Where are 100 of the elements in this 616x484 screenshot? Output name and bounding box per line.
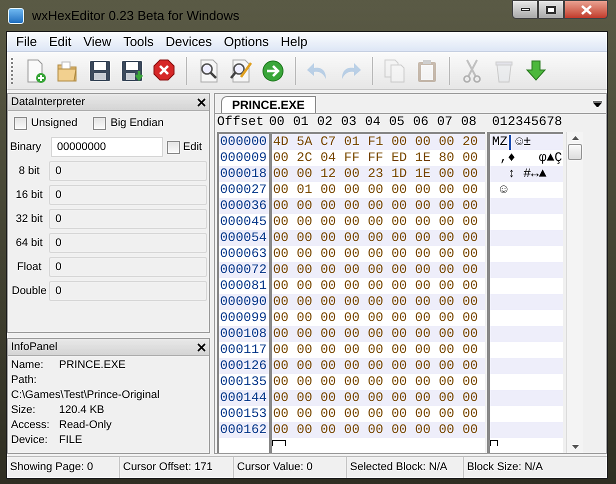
hex-byte[interactable]: 00 — [414, 230, 438, 246]
hex-byte[interactable]: 00 — [343, 374, 367, 390]
hex-byte[interactable]: 00 — [319, 326, 344, 342]
close-button[interactable] — [564, 0, 608, 19]
hex-byte[interactable]: 00 — [272, 246, 296, 262]
hex-byte[interactable]: 00 — [343, 422, 367, 438]
hex-byte[interactable]: 00 — [366, 406, 390, 422]
scroll-up-arrow-icon[interactable] — [572, 136, 578, 140]
menu-item[interactable]: File — [10, 32, 43, 52]
hex-byte[interactable]: 00 — [343, 310, 367, 326]
hex-byte[interactable]: 00 — [414, 294, 438, 310]
hex-byte[interactable]: 12 — [319, 166, 344, 182]
hex-byte[interactable]: 20 — [461, 134, 486, 150]
hex-byte[interactable]: 00 — [296, 358, 320, 374]
hex-byte[interactable]: 00 — [414, 406, 438, 422]
hex-byte[interactable]: 00 — [414, 278, 438, 294]
hex-byte[interactable]: 00 — [296, 326, 320, 342]
hex-byte[interactable]: 00 — [319, 390, 344, 406]
hex-byte[interactable]: 5A — [296, 134, 320, 150]
hex-byte[interactable]: 00 — [319, 358, 344, 374]
hex-byte[interactable]: 00 — [343, 262, 367, 278]
hex-byte[interactable]: 00 — [461, 262, 486, 278]
menu-item[interactable]: Devices — [160, 32, 218, 52]
hex-byte[interactable]: 23 — [366, 166, 390, 182]
menu-item[interactable]: Edit — [42, 32, 78, 52]
hex-byte[interactable]: 00 — [461, 422, 486, 438]
hex-byte[interactable]: 00 — [461, 374, 486, 390]
hex-byte[interactable]: 01 — [343, 134, 367, 150]
hex-byte[interactable]: 00 — [414, 246, 438, 262]
hex-byte[interactable]: 00 — [272, 342, 296, 358]
hex-byte[interactable]: 00 — [296, 246, 320, 262]
scrollbar-thumb[interactable] — [568, 144, 582, 160]
hex-byte[interactable]: 00 — [319, 374, 344, 390]
hex-byte[interactable]: 00 — [390, 230, 414, 246]
hex-byte[interactable]: 00 — [272, 406, 296, 422]
hex-byte[interactable]: 00 — [390, 262, 414, 278]
hex-byte[interactable]: 00 — [438, 278, 462, 294]
hex-byte[interactable]: 00 — [461, 214, 486, 230]
close-icon[interactable] — [197, 98, 206, 106]
hex-byte[interactable]: 00 — [390, 214, 414, 230]
hex-byte[interactable]: 00 — [414, 134, 438, 150]
hex-byte[interactable]: 00 — [319, 406, 344, 422]
hex-byte[interactable]: FF — [366, 150, 390, 166]
hex-byte[interactable]: 00 — [366, 198, 390, 214]
dropdown-arrow-icon[interactable] — [593, 101, 602, 107]
hex-byte[interactable]: 00 — [461, 182, 486, 198]
hex-byte[interactable]: 00 — [390, 390, 414, 406]
menu-item[interactable]: Options — [218, 32, 275, 52]
hex-byte[interactable]: 00 — [366, 214, 390, 230]
hex-byte[interactable]: 00 — [319, 422, 344, 438]
hex-byte[interactable]: 2C — [296, 150, 320, 166]
hex-byte[interactable]: 00 — [343, 294, 367, 310]
hex-byte[interactable]: 00 — [390, 422, 414, 438]
hex-byte[interactable]: 00 — [438, 294, 462, 310]
file-tab[interactable]: PRINCE.EXE — [221, 96, 316, 113]
hex-byte[interactable]: 00 — [390, 198, 414, 214]
hex-byte[interactable]: 00 — [438, 246, 462, 262]
hex-byte[interactable]: 01 — [296, 182, 320, 198]
hex-byte[interactable]: 00 — [366, 422, 390, 438]
hex-byte[interactable]: 00 — [390, 342, 414, 358]
hex-byte[interactable]: 00 — [461, 198, 486, 214]
hex-byte[interactable]: 00 — [343, 358, 367, 374]
hex-byte[interactable]: 00 — [366, 342, 390, 358]
hex-byte[interactable]: 00 — [319, 310, 344, 326]
hex-byte[interactable]: 1E — [414, 166, 438, 182]
hex-byte[interactable]: 00 — [366, 310, 390, 326]
hex-byte[interactable]: 00 — [296, 198, 320, 214]
hex-byte[interactable]: 00 — [390, 374, 414, 390]
hex-byte[interactable]: 00 — [366, 390, 390, 406]
hex-byte[interactable]: 00 — [461, 246, 486, 262]
hex-byte[interactable]: 00 — [343, 246, 367, 262]
hex-byte[interactable]: 00 — [390, 406, 414, 422]
hex-byte[interactable]: 00 — [296, 262, 320, 278]
hex-byte[interactable]: 00 — [438, 134, 462, 150]
maximize-button[interactable] — [538, 0, 564, 19]
hex-byte[interactable]: 00 — [390, 358, 414, 374]
hex-byte[interactable]: 00 — [343, 230, 367, 246]
hex-byte[interactable]: 00 — [319, 294, 344, 310]
hex-byte[interactable]: 00 — [343, 166, 367, 182]
close-icon[interactable] — [197, 342, 206, 352]
hex-byte[interactable]: 00 — [390, 310, 414, 326]
hex-byte[interactable]: FF — [343, 150, 367, 166]
hex-byte[interactable]: 00 — [461, 358, 486, 374]
minimize-button[interactable] — [512, 0, 538, 19]
hex-byte[interactable]: 00 — [414, 310, 438, 326]
hex-byte[interactable]: F1 — [366, 134, 390, 150]
hex-byte[interactable]: 00 — [272, 214, 296, 230]
hex-byte[interactable]: 00 — [296, 214, 320, 230]
hex-byte[interactable]: 00 — [343, 326, 367, 342]
hex-byte[interactable]: 00 — [272, 374, 296, 390]
binary-field[interactable]: 00000000 — [51, 137, 163, 157]
hex-byte[interactable]: 80 — [438, 150, 462, 166]
hex-byte[interactable]: 00 — [461, 230, 486, 246]
hex-byte[interactable]: 00 — [414, 198, 438, 214]
hex-byte[interactable]: 00 — [438, 214, 462, 230]
hex-byte[interactable]: 00 — [390, 278, 414, 294]
hex-byte[interactable]: 00 — [438, 374, 462, 390]
hex-byte[interactable]: 00 — [438, 422, 462, 438]
hex-byte[interactable]: 04 — [319, 150, 344, 166]
hex-byte[interactable]: 00 — [390, 134, 414, 150]
